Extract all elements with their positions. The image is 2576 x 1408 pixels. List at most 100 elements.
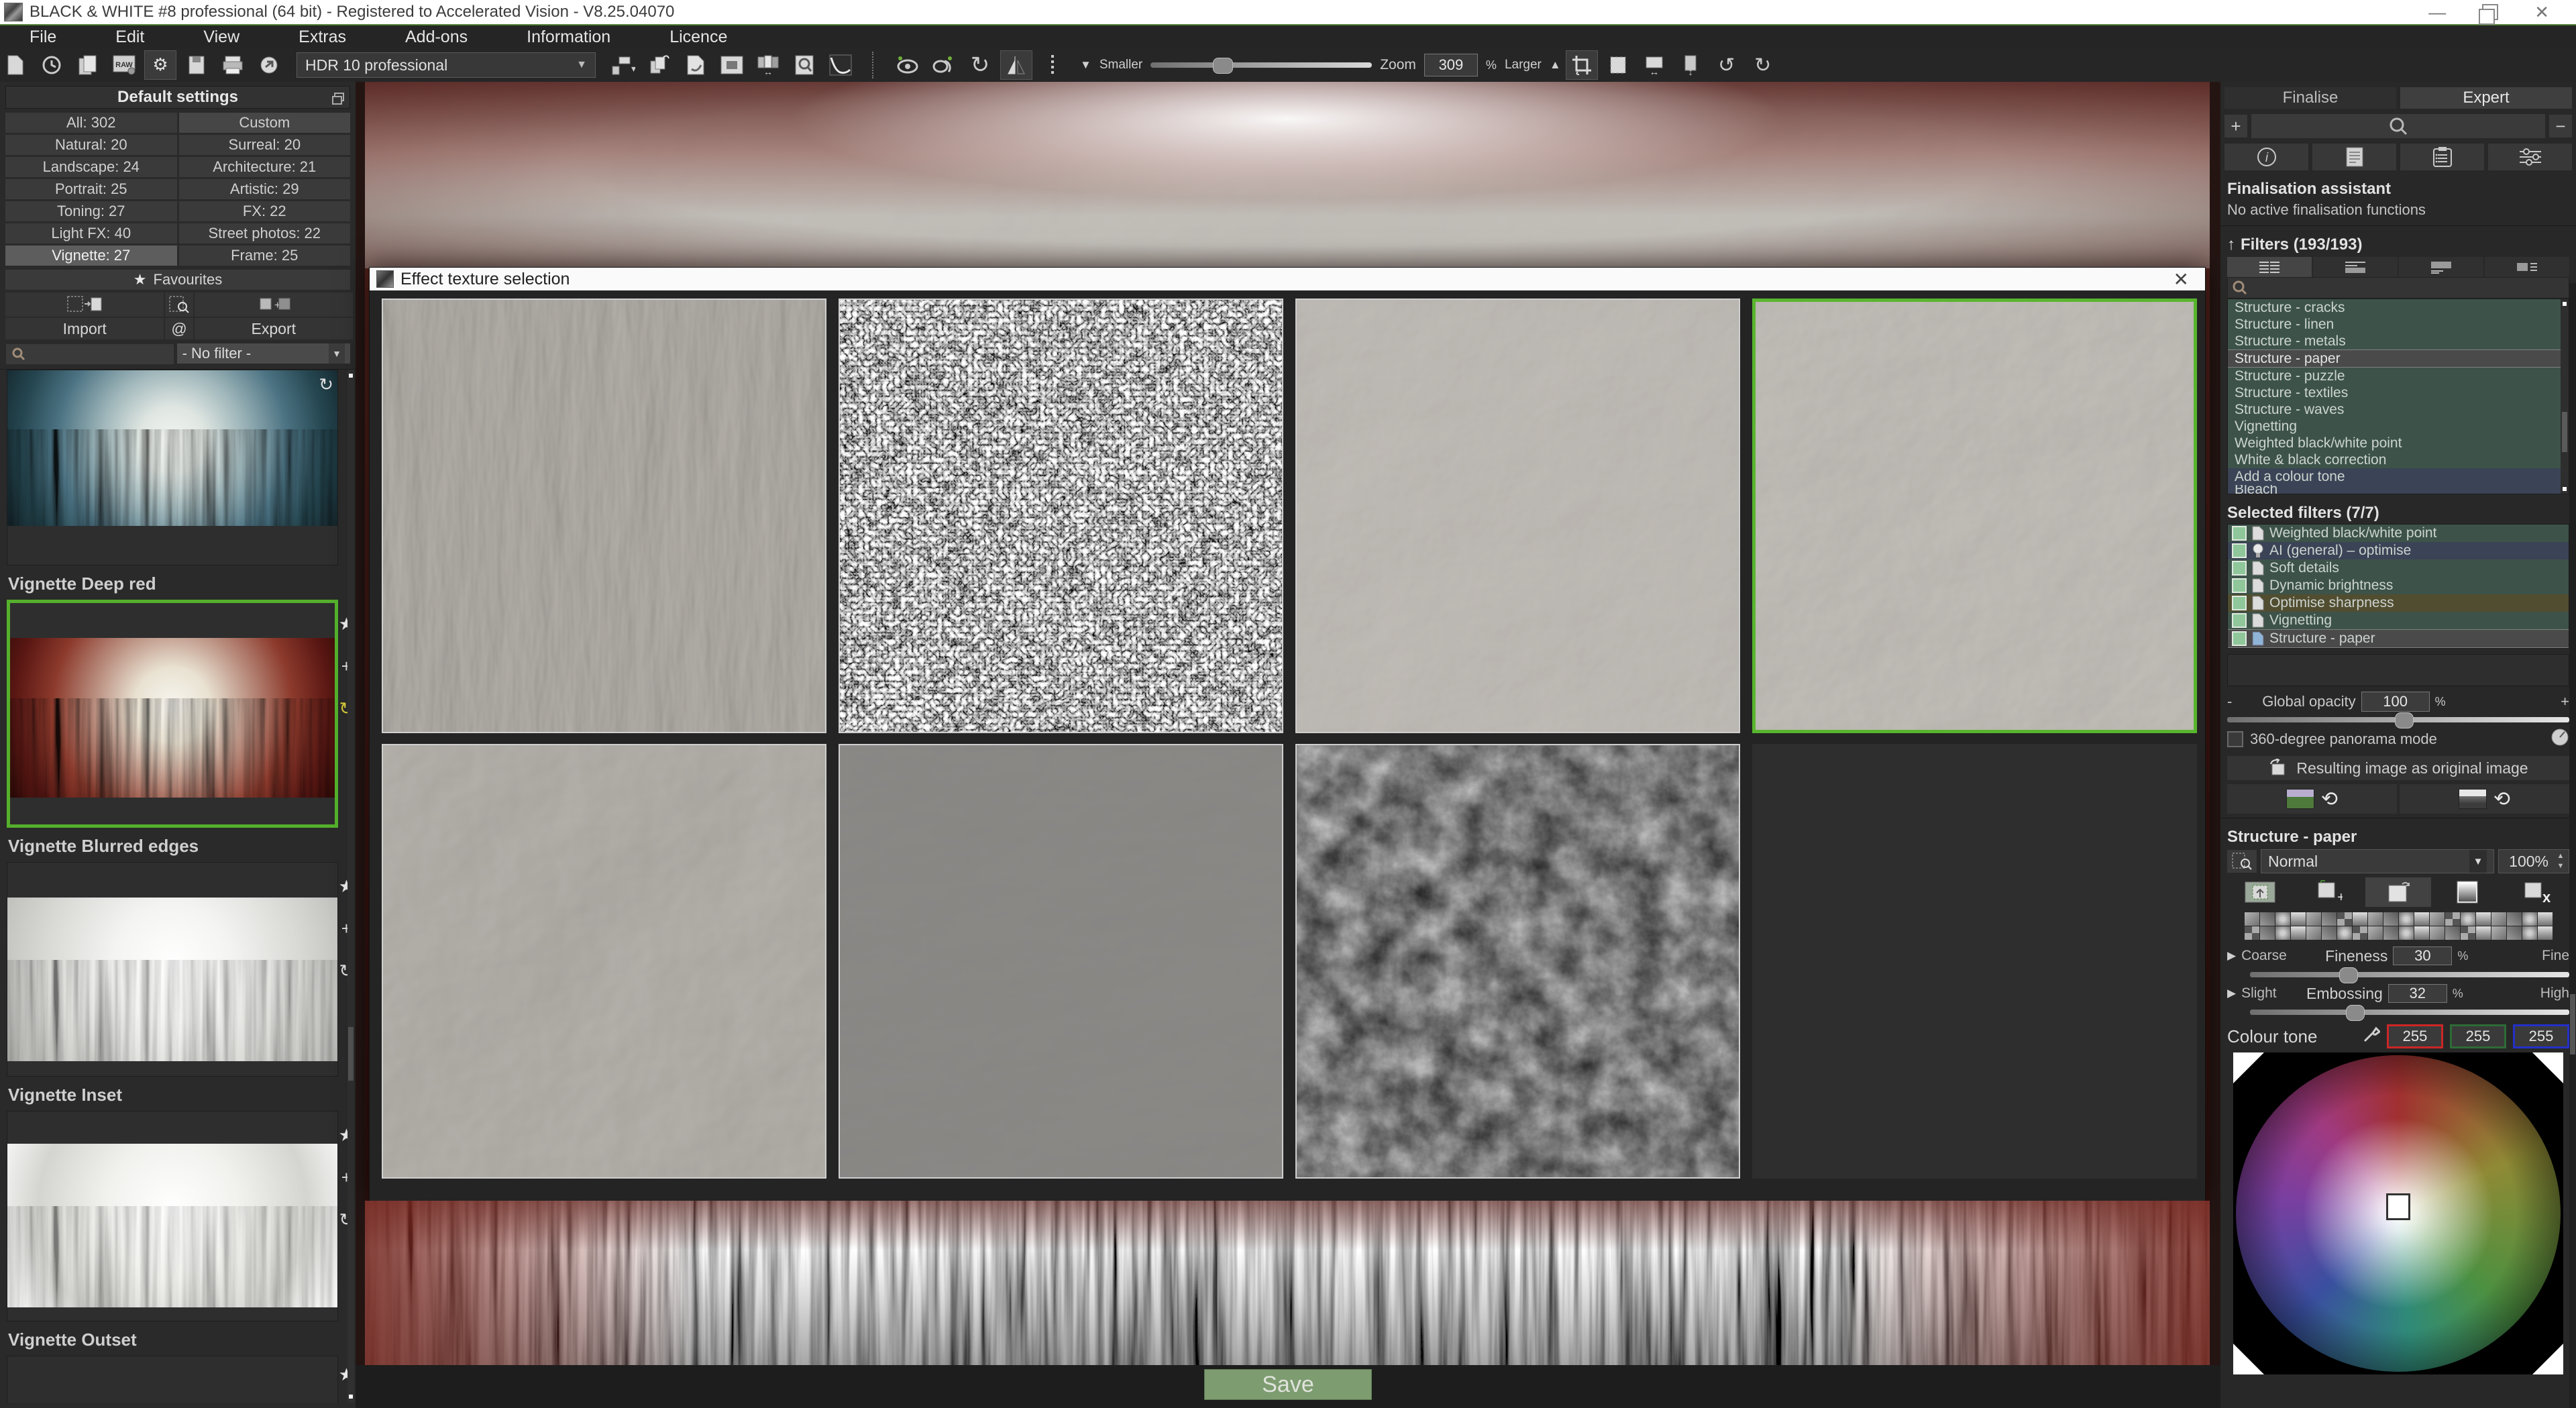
checkbox-checked-icon[interactable] [2232, 561, 2247, 576]
filters-header[interactable]: ↑ Filters (193/193) [2227, 235, 2569, 254]
preset-thumbnail-blue-vignette[interactable]: ↻ [7, 370, 338, 565]
opacity-plus[interactable]: + [2451, 693, 2569, 710]
texture-option-cloth[interactable] [839, 744, 1283, 1179]
undock-icon[interactable] [332, 91, 344, 109]
selected-filter-item[interactable]: Weighted black/white point [2228, 525, 2569, 542]
grayscale-original-refresh-button[interactable]: ⟲ [2400, 784, 2569, 814]
view-layout-button[interactable] [716, 51, 747, 79]
texture-option-fabric[interactable] [382, 299, 826, 733]
refresh-icon[interactable]: ↻ [319, 374, 333, 395]
texture-option-soft-paper[interactable] [1295, 299, 1740, 733]
zoom-in-icon[interactable]: ▲ [1550, 58, 1561, 72]
menu-licence[interactable]: Licence [640, 25, 757, 48]
embossing-value[interactable]: 32 [2388, 984, 2447, 1003]
compare-3d-button[interactable]: ↔ [753, 51, 784, 79]
category-custom[interactable]: Custom [179, 113, 351, 133]
clock-dial-icon[interactable] [2551, 728, 2569, 751]
list-item[interactable]: Vignette Outset ★ + [7, 1330, 338, 1403]
texture-frame-icon[interactable] [2227, 877, 2292, 907]
settings-gear-button[interactable]: ⚙ [145, 51, 176, 79]
expander-icon[interactable]: ▶ [2227, 987, 2236, 1000]
collapse-all-button[interactable]: − [2549, 115, 2572, 138]
selected-filter-item[interactable]: AI (general) – optimise [2228, 542, 2569, 559]
copy-settings-button[interactable] [72, 51, 103, 79]
global-opacity-value[interactable]: 100 [2361, 692, 2430, 712]
filter-item[interactable]: Add a colour tone [2228, 468, 2569, 485]
zoom-value[interactable]: 309 [1424, 54, 1478, 76]
checkbox-checked-icon[interactable] [2232, 526, 2247, 541]
texture-add-icon[interactable]: + [2296, 877, 2361, 907]
category-all[interactable]: All: 302 [5, 113, 177, 133]
at-button[interactable]: @ [165, 318, 193, 339]
magnifier-panel-button[interactable] [789, 51, 820, 79]
right-panel-scrollbar[interactable] [2569, 283, 2576, 1408]
fit-width-button[interactable]: ↔ [1639, 51, 1670, 79]
category-vignette[interactable]: Vignette: 27 [5, 246, 177, 266]
dialog-close-icon[interactable]: ✕ [2174, 268, 2198, 290]
checkbox-checked-icon[interactable] [2232, 613, 2247, 628]
texture-gradient-icon[interactable] [2435, 877, 2500, 907]
crop-tool-button[interactable] [1566, 51, 1597, 79]
filter-item[interactable]: Weighted black/white point [2228, 435, 2569, 451]
zoom-slider-handle[interactable] [1213, 58, 1233, 74]
preset-search-input[interactable] [5, 343, 174, 365]
colour-green-value[interactable]: 255 [2450, 1024, 2506, 1048]
presets-scrollbar[interactable] [347, 370, 354, 1403]
preset-thumbnail-blurred-edges[interactable] [7, 862, 338, 1077]
checkbox-checked-icon[interactable] [2232, 596, 2247, 610]
redo-rotate-button[interactable]: ↻ [965, 51, 996, 79]
spin-up-icon[interactable]: ▲ [2557, 851, 2565, 861]
filter-item[interactable]: Structure - waves [2228, 401, 2569, 418]
export-button-label[interactable]: Export [195, 318, 353, 339]
fineness-value[interactable]: 30 [2393, 946, 2452, 965]
checkbox-checked-icon[interactable] [2232, 543, 2247, 558]
preset-search-icon[interactable] [165, 292, 193, 317]
raw-module-button[interactable]: RAW [109, 51, 140, 79]
export-presets-icon[interactable]: + [195, 292, 353, 317]
category-architecture[interactable]: Architecture: 21 [179, 157, 351, 177]
colour-wheel-marker[interactable] [2386, 1193, 2410, 1220]
image-stack-button[interactable] [644, 51, 675, 79]
category-artistic[interactable]: Artistic: 29 [179, 179, 351, 199]
spin-down-icon[interactable]: ▼ [2557, 861, 2565, 871]
texture-rotate-icon[interactable] [2365, 877, 2430, 907]
print-button[interactable] [217, 51, 248, 79]
zoom-out-icon[interactable]: ▼ [1080, 58, 1091, 72]
panorama-checkbox[interactable] [2227, 731, 2243, 747]
slider-handle[interactable] [2395, 712, 2414, 728]
filter-list-scrollbar[interactable] [2561, 299, 2569, 494]
histogram-curve-button[interactable] [825, 51, 856, 79]
history-button[interactable] [36, 51, 67, 79]
texture-search-icon[interactable] [2227, 850, 2257, 873]
batch-processing-button[interactable]: ▾ [608, 51, 639, 79]
global-opacity-slider[interactable] [2227, 717, 2569, 722]
rotate-left-button[interactable]: ↺ [1711, 51, 1742, 79]
filter-item[interactable]: Structure - textiles [2228, 384, 2569, 401]
scrollbar-handle[interactable] [2562, 412, 2567, 452]
slider-handle[interactable] [2339, 967, 2358, 983]
expand-all-button[interactable]: + [2224, 115, 2247, 138]
filter-item[interactable]: Structure - linen [2228, 316, 2569, 333]
restore-icon[interactable] [2482, 4, 2498, 20]
flip-horizontal-button[interactable] [1001, 51, 1032, 79]
preset-thumbnail-inset[interactable] [7, 1111, 338, 1321]
category-landscape[interactable]: Landscape: 24 [5, 157, 177, 177]
list-item[interactable]: Vignette Blurred edges ★ + ↻ [7, 836, 338, 1077]
rotate-right-button[interactable]: ↻ [1748, 51, 1778, 79]
save-project-button[interactable] [181, 51, 212, 79]
filter-item[interactable]: Structure - cracks [2228, 299, 2569, 316]
preset-dropdown[interactable]: HDR 10 professional ▼ [297, 52, 596, 78]
expander-icon[interactable]: ▶ [2227, 949, 2236, 963]
fineness-slider[interactable] [2250, 972, 2569, 977]
view-mode-preview-icon[interactable] [2399, 257, 2483, 277]
import-presets-icon[interactable] [5, 292, 164, 317]
structure-opacity-spinner[interactable]: 100% ▲▼ [2498, 849, 2569, 873]
texture-remove-icon[interactable]: x [2504, 877, 2569, 907]
slider-handle[interactable] [2346, 1005, 2365, 1021]
checkbox-checked-icon[interactable] [2232, 578, 2247, 593]
minimize-icon[interactable]: — [2428, 2, 2446, 23]
colour-original-refresh-button[interactable]: ⟲ [2227, 784, 2397, 814]
colour-wheel[interactable] [2233, 1052, 2563, 1374]
category-toning[interactable]: Toning: 27 [5, 201, 177, 221]
preset-thumbnail-outset[interactable] [7, 1356, 338, 1403]
